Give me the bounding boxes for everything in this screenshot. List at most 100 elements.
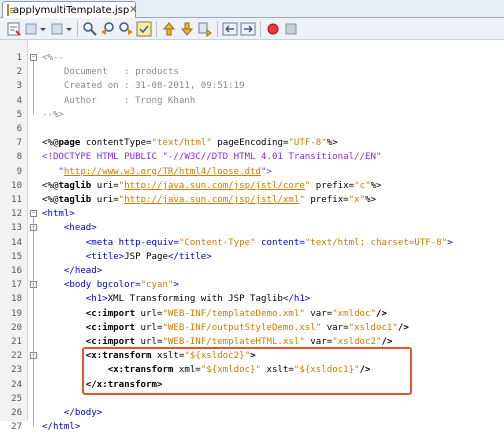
code-text: <%@taglib uri="http://java.sun.com/jsp/j… (42, 179, 382, 193)
line-number: 23 (11, 365, 22, 376)
find-previous-icon[interactable] (100, 21, 116, 37)
code-token: <meta (42, 237, 114, 248)
tab-label: applymultiTemplate.jsp (13, 4, 130, 16)
next-bookmark-icon[interactable] (179, 21, 195, 37)
code-token: </body> (42, 408, 103, 418)
find-icon[interactable] (82, 21, 98, 37)
line-number: 24 (11, 379, 22, 390)
code-token: Author : Trong Khanh (42, 95, 196, 106)
code-text: <%@taglib uri="http://java.sun.com/jsp/j… (42, 193, 376, 207)
code-editor[interactable]: 1- <%-- 2 Document : products 3 Created on … (0, 40, 504, 432)
shift-right-icon[interactable] (240, 21, 256, 37)
code-token: http://java.sun.com/jsp/jstl/core (124, 180, 305, 191)
code-token: "xmldoc" (332, 308, 376, 319)
code-token: url= (135, 337, 163, 347)
code-token: <c:import (42, 308, 136, 319)
code-token: "> (261, 166, 272, 177)
code-line-3[interactable]: 3 Created on : 31-08-2011, 09:51:19 (0, 79, 504, 93)
code-line-14[interactable]: 14 <meta http-equiv="Content-Type" conte… (0, 236, 504, 250)
code-line-26[interactable]: 26 </body> (0, 406, 504, 420)
line-number: 9 (16, 166, 22, 177)
highlight-box (82, 347, 412, 395)
code-token: uri= (91, 195, 119, 205)
code-token: Document : products (42, 67, 179, 78)
code-token: <body (42, 280, 92, 291)
line-number: 13 (11, 223, 22, 234)
code-token: %> (326, 138, 338, 149)
line-number: 4 (16, 95, 22, 106)
fold-guide (33, 61, 34, 114)
code-line-16[interactable]: 16 </head> (0, 264, 504, 278)
code-text: <c:import url="WEB-INF/outputStyleDemo.x… (42, 321, 409, 335)
line-number: 6 (16, 124, 22, 134)
code-token: url= (135, 308, 163, 319)
line-number: 1 (16, 53, 22, 63)
find-next-icon[interactable] (118, 21, 134, 37)
line-number: 14 (11, 237, 22, 248)
line-number: 12 (11, 209, 22, 220)
code-line-8[interactable]: 8 <!DOCTYPE HTML PUBLIC "-//W3C//DTD HTML… (0, 150, 504, 164)
code-token: taglib (58, 180, 92, 191)
code-line-17[interactable]: 17- <body bgcolor="cyan"> (0, 278, 504, 292)
tab-applymultitemplate[interactable]: applymultiTemplate.jsp × (2, 1, 138, 18)
code-token: "text/html" (151, 138, 212, 149)
toggle-bookmark-icon[interactable] (197, 21, 213, 37)
code-token: taglib (58, 195, 92, 205)
fold-toggle-icon[interactable]: - (30, 54, 37, 61)
code-line-9[interactable]: 9 "http://www.w3.org/TR/html4/loose.dtd"… (0, 165, 504, 179)
code-line-18[interactable]: 18 <h1>XML Transforming with JSP Taglib<… (0, 292, 504, 306)
forward-icon[interactable] (50, 21, 74, 37)
code-line-12[interactable]: 12- <html> (0, 207, 504, 221)
code-line-10[interactable]: 10 <%@taglib uri="http://java.sun.com/jsp… (0, 179, 504, 193)
code-token: "cyan" (140, 280, 174, 291)
code-line-15[interactable]: 15 <title>JSP Page</title> (0, 250, 504, 264)
line-number: 20 (11, 322, 22, 333)
code-token: XML Transforming with JSP Taglib (107, 294, 283, 305)
code-text: </body> (42, 406, 102, 420)
code-token: /> (376, 308, 387, 319)
code-line-27[interactable]: 27 </html> (0, 420, 504, 434)
code-line-6[interactable]: 6 (0, 122, 504, 136)
fold-toggle-icon[interactable]: - (30, 210, 37, 218)
previous-bookmark-icon[interactable] (161, 21, 177, 37)
code-token: /> (397, 322, 409, 333)
code-line-4[interactable]: 4 Author : Trong Khanh (0, 94, 504, 108)
code-line-11[interactable]: 11 <%@taglib uri="http://java.sun.com/jsp… (0, 193, 504, 207)
line-number: 22 (11, 351, 22, 362)
code-line-5[interactable]: 5 --%> (0, 108, 504, 122)
line-number: 16 (11, 266, 22, 276)
code-line-7[interactable]: 7 <%@page contentType="text/html" pageEnc… (0, 136, 504, 150)
code-line-2[interactable]: 2 Document : products (0, 65, 504, 79)
code-token: <!DOCTYPE HTML PUBLIC "-//W3C//DTD HTML … (42, 152, 382, 163)
code-token: --%> (42, 109, 64, 120)
close-tab-icon[interactable]: × (129, 5, 137, 15)
toggle-highlight-icon[interactable] (136, 21, 152, 37)
code-token: "WEB-INF/outputStyleDemo.xsl" (162, 322, 322, 333)
code-line-19[interactable]: 19 <c:import url="WEB-INF/templateDemo.x… (0, 307, 504, 321)
code-token: JSP Page (124, 251, 168, 262)
code-line-1[interactable]: 1 - <%-- (0, 51, 504, 65)
line-number: 18 (11, 294, 22, 305)
line-number: 21 (11, 337, 22, 347)
code-text: <h1>XML Transforming with JSP Taglib</h1… (42, 292, 310, 306)
line-number: 27 (11, 422, 22, 433)
line-number: 7 (16, 138, 22, 149)
code-text: <html> (42, 207, 75, 221)
code-token: %> (365, 195, 377, 205)
code-text: <%-- (42, 51, 64, 65)
back-icon[interactable] (24, 21, 48, 37)
code-line-20[interactable]: 20 <c:import url="WEB-INF/outputStyleDem… (0, 321, 504, 335)
code-token: <c:import (42, 337, 136, 347)
line-number: 5 (16, 109, 22, 120)
code-token: contentType= (80, 138, 152, 149)
code-token: "xsldoc2" (332, 337, 382, 347)
line-number: 26 (11, 408, 22, 418)
stop-macro-icon[interactable] (283, 21, 299, 37)
start-macro-icon[interactable] (265, 21, 281, 37)
code-token: var= (304, 337, 333, 347)
code-line-13[interactable]: 13- <head> (0, 221, 504, 235)
last-edit-icon[interactable] (6, 21, 22, 37)
shift-left-icon[interactable] (222, 21, 238, 37)
code-token: http-equiv= (113, 237, 179, 248)
line-number: 2 (16, 67, 22, 78)
